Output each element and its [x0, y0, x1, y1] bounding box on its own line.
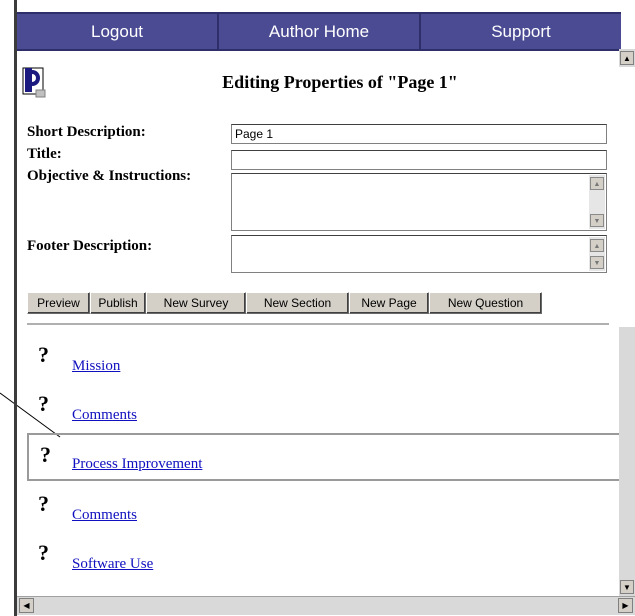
scroll-down-arrow-icon[interactable]: ▼ [590, 256, 604, 269]
vertical-scrollbar[interactable]: ▲ ▼ [619, 49, 635, 596]
short-description-label: Short Description: [27, 124, 146, 140]
logout-button[interactable]: Logout [17, 14, 219, 49]
horizontal-scrollbar[interactable]: ◀ ▶ [17, 596, 635, 615]
scrollbar-thumb[interactable] [619, 67, 635, 327]
preview-button[interactable]: Preview [27, 292, 90, 314]
question-mark-icon: ? [40, 442, 51, 467]
objective-label: Objective & Instructions: [27, 168, 192, 184]
question-mark-icon: ? [38, 540, 49, 565]
scroll-up-arrow-icon[interactable]: ▲ [590, 177, 604, 190]
author-home-button[interactable]: Author Home [219, 14, 421, 49]
question-link[interactable]: Software Use [72, 556, 153, 573]
question-mark-icon: ? [38, 491, 49, 516]
page-icon [22, 67, 46, 98]
question-link[interactable]: Comments [72, 507, 137, 524]
section-divider [27, 323, 609, 325]
new-question-button[interactable]: New Question [429, 292, 542, 314]
footer-scrollbar[interactable]: ▲ ▼ [589, 237, 605, 271]
question-list-item[interactable]: ? Mission [27, 342, 621, 384]
question-list-item[interactable]: ? Software Use [27, 540, 621, 582]
question-link[interactable]: Mission [72, 358, 120, 375]
footer-description-textarea[interactable]: ▲ ▼ [231, 235, 607, 273]
new-section-button[interactable]: New Section [246, 292, 349, 314]
question-list-item[interactable]: ? Comments [27, 491, 621, 533]
scroll-down-arrow-icon[interactable]: ▼ [590, 214, 604, 227]
scroll-right-arrow-icon[interactable]: ▶ [618, 598, 633, 613]
scroll-up-arrow-icon[interactable]: ▲ [590, 239, 604, 252]
objective-textarea[interactable]: ▲ ▼ [231, 173, 607, 231]
page-title: Editing Properties of "Page 1" [222, 72, 458, 92]
new-survey-button[interactable]: New Survey [146, 292, 246, 314]
frame-left-border [14, 0, 17, 616]
new-page-button[interactable]: New Page [349, 292, 429, 314]
support-button[interactable]: Support [421, 14, 621, 49]
action-toolbar: Preview Publish New Survey New Section N… [27, 292, 542, 314]
short-description-input[interactable] [231, 124, 607, 144]
question-mark-icon: ? [38, 342, 49, 367]
question-list-item[interactable]: ? Comments [27, 391, 621, 433]
title-label: Title: [27, 146, 62, 162]
question-list-item-selected[interactable]: ? Process Improvement [27, 433, 621, 481]
footer-description-label: Footer Description: [27, 238, 153, 254]
question-link[interactable]: Comments [72, 407, 137, 424]
question-link[interactable]: Process Improvement [72, 456, 202, 473]
scroll-left-arrow-icon[interactable]: ◀ [19, 598, 34, 613]
scroll-up-arrow-icon[interactable]: ▲ [620, 51, 634, 65]
objective-scrollbar[interactable]: ▲ ▼ [589, 175, 605, 229]
publish-button[interactable]: Publish [90, 292, 146, 314]
question-mark-icon: ? [38, 391, 49, 416]
top-navigation-bar: Logout Author Home Support [17, 12, 621, 51]
scroll-down-arrow-icon[interactable]: ▼ [620, 580, 634, 594]
title-input[interactable] [231, 150, 607, 170]
